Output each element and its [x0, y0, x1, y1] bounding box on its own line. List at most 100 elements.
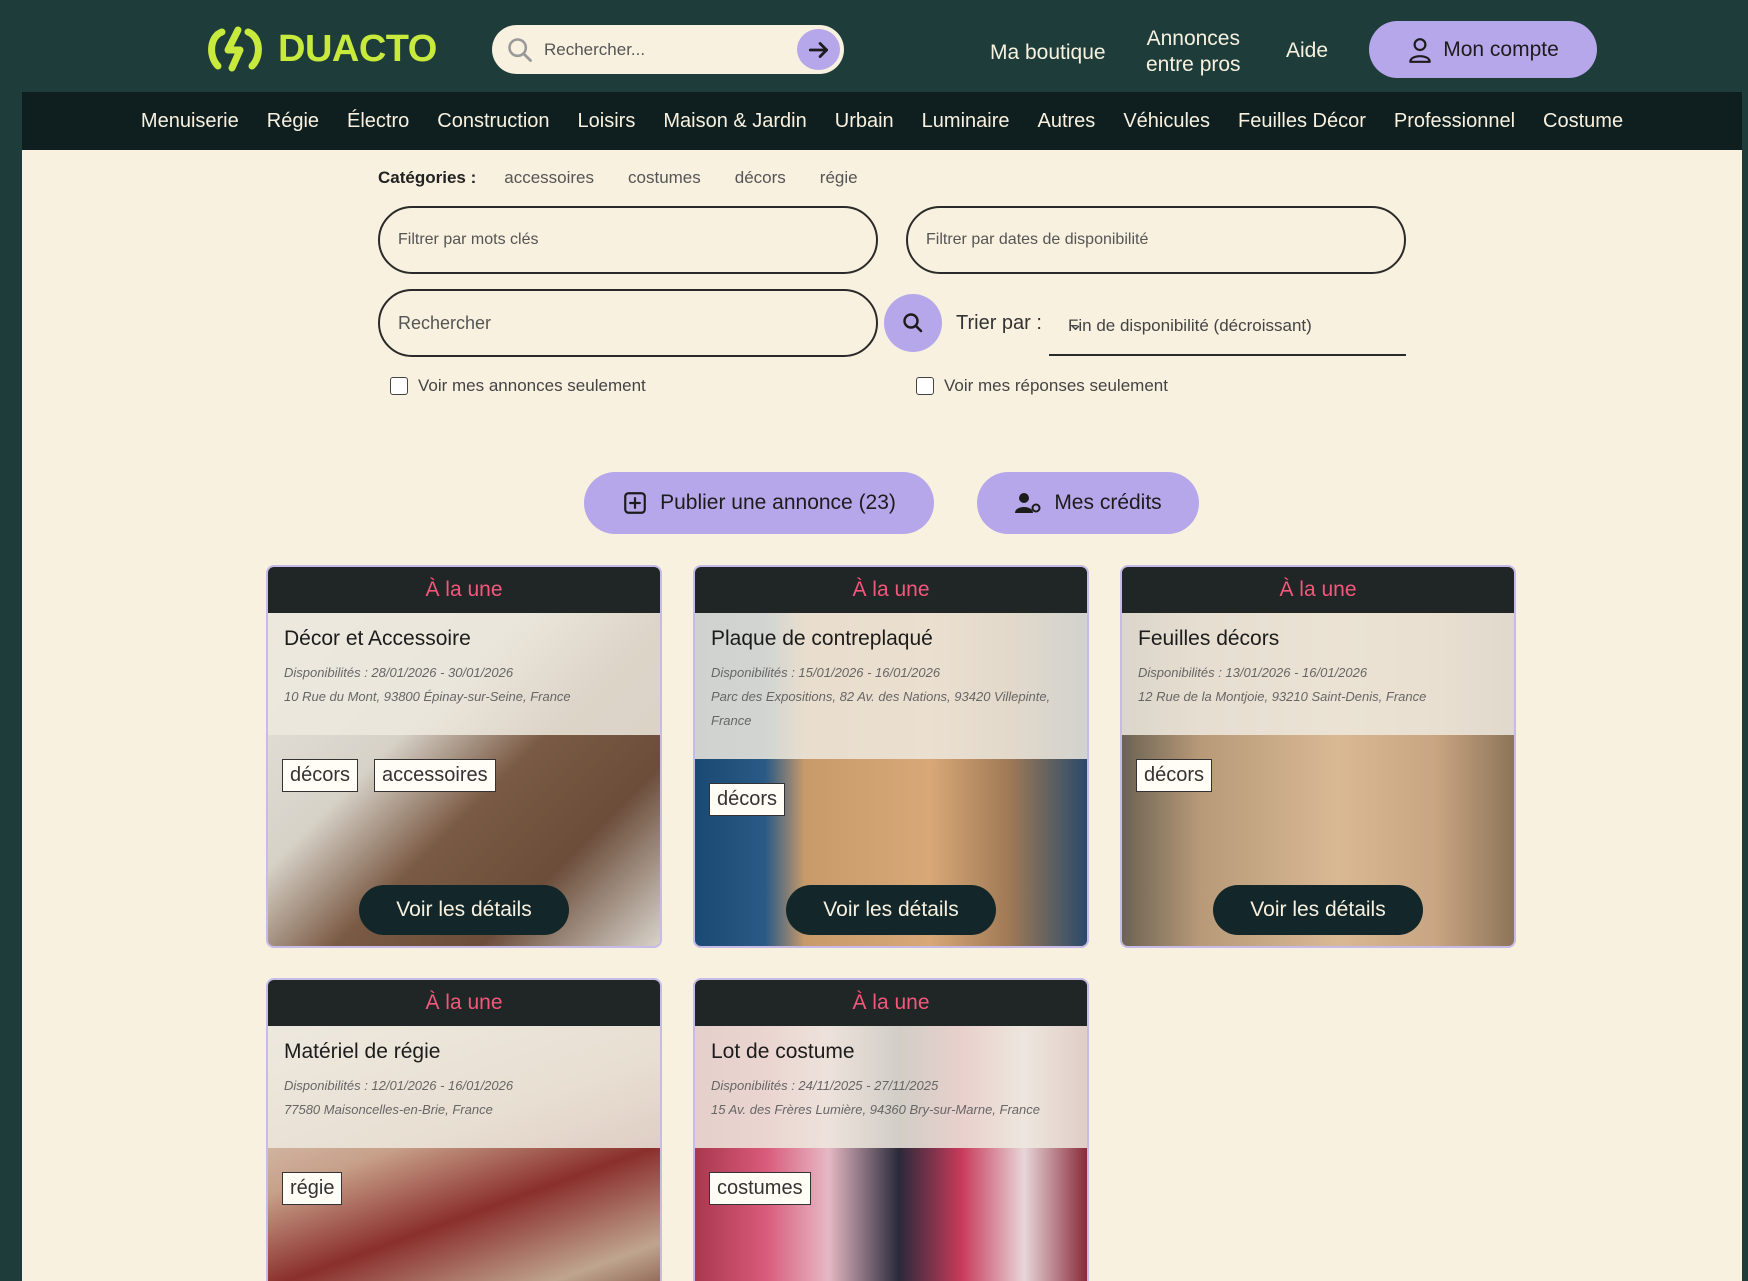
- listing-photo[interactable]: Lot de costume Disponibilités : 24/11/20…: [695, 1026, 1087, 1281]
- listing-photo[interactable]: Décor et Accessoire Disponibilités : 28/…: [268, 613, 660, 946]
- listing-card[interactable]: À la une Lot de costume Disponibilités :…: [693, 978, 1089, 1281]
- listing-tags: régie: [282, 1172, 343, 1205]
- category-link[interactable]: Électro: [347, 110, 409, 133]
- brand-name: DUACTO: [278, 27, 437, 70]
- keywords-filter-input[interactable]: [378, 206, 878, 274]
- listing-info: Plaque de contreplaqué Disponibilités : …: [695, 613, 1087, 759]
- category-chip[interactable]: régie: [820, 168, 858, 188]
- listing-photo[interactable]: Plaque de contreplaqué Disponibilités : …: [695, 613, 1087, 946]
- view-details-button[interactable]: Voir les détails: [786, 885, 996, 935]
- featured-badge: À la une: [268, 567, 660, 613]
- listing-dates: Disponibilités : 12/01/2026 - 16/01/2026: [284, 1078, 514, 1093]
- listing-dates: Disponibilités : 28/01/2026 - 30/01/2026: [284, 665, 514, 680]
- top-header: DUACTO Ma boutique Annonces entre pros A…: [22, 0, 1742, 92]
- listing-address: 12 Rue de la Montjoie, 93210 Saint-Denis…: [1138, 689, 1427, 704]
- listing-tags: costumes: [709, 1172, 811, 1205]
- categories-label: Catégories :: [378, 168, 477, 187]
- listing-card[interactable]: À la une Feuilles décors Disponibilités …: [1120, 565, 1516, 948]
- sort-select[interactable]: Fin de disponibilité (décroissant) ⌄: [1049, 300, 1406, 356]
- listing-dates: Disponibilités : 24/11/2025 - 27/11/2025: [711, 1078, 939, 1093]
- listing-tag: décors: [282, 759, 359, 792]
- only-my-responses-label: Voir mes réponses seulement: [944, 376, 1168, 395]
- page-frame: DUACTO Ma boutique Annonces entre pros A…: [22, 0, 1742, 1281]
- listing-title: Matériel de régie: [284, 1040, 441, 1063]
- category-link[interactable]: Construction: [437, 110, 549, 133]
- date-filter-input[interactable]: [906, 206, 1406, 274]
- publish-listing-button[interactable]: Publier une annonce (23): [584, 472, 934, 534]
- only-my-listings-label: Voir mes annonces seulement: [418, 376, 646, 395]
- header-search-submit-button[interactable]: [797, 29, 840, 70]
- category-link[interactable]: Luminaire: [922, 110, 1010, 133]
- nav-pro-listings-line2: entre pros: [1146, 53, 1241, 76]
- category-link[interactable]: Loisirs: [578, 110, 636, 133]
- plus-square-icon: [624, 492, 646, 514]
- nav-my-shop[interactable]: Ma boutique: [990, 40, 1106, 66]
- category-link[interactable]: Autres: [1038, 110, 1096, 133]
- chevron-down-icon: ⌄: [1068, 314, 1084, 334]
- category-link[interactable]: Feuilles Décor: [1238, 110, 1366, 133]
- featured-badge: À la une: [695, 567, 1087, 613]
- checkbox-box[interactable]: [916, 377, 934, 395]
- listing-address: 15 Av. des Frères Lumière, 94360 Bry-sur…: [711, 1102, 1040, 1117]
- listing-address: 77580 Maisoncelles-en-Brie, France: [284, 1102, 493, 1117]
- listing-title: Feuilles décors: [1138, 627, 1280, 650]
- listing-photo[interactable]: Matériel de régie Disponibilités : 12/01…: [268, 1026, 660, 1281]
- listing-info: Décor et Accessoire Disponibilités : 28/…: [268, 613, 660, 735]
- duacto-logo[interactable]: DUACTO: [202, 24, 437, 74]
- listing-tag: décors: [1136, 759, 1213, 792]
- sort-label: Trier par :: [956, 312, 1042, 334]
- category-chip[interactable]: décors: [735, 168, 786, 188]
- listing-tag: décors: [709, 783, 786, 816]
- listing-dates: Disponibilités : 15/01/2026 - 16/01/2026: [711, 665, 941, 680]
- view-details-button[interactable]: Voir les détails: [1213, 885, 1423, 935]
- listing-tags: décors: [1136, 759, 1213, 792]
- listing-search-input[interactable]: [378, 289, 878, 357]
- category-link[interactable]: Costume: [1543, 110, 1623, 133]
- only-my-responses-checkbox[interactable]: Voir mes réponses seulement: [916, 376, 1168, 396]
- arrow-right-icon: [808, 41, 828, 58]
- header-search-input[interactable]: [542, 35, 786, 65]
- listing-info: Matériel de régie Disponibilités : 12/01…: [268, 1026, 660, 1148]
- category-chip[interactable]: costumes: [628, 168, 701, 188]
- listing-photo[interactable]: Feuilles décors Disponibilités : 13/01/2…: [1122, 613, 1514, 946]
- featured-badge: À la une: [268, 980, 660, 1026]
- nav-help[interactable]: Aide: [1286, 38, 1328, 64]
- checkbox-box[interactable]: [390, 377, 408, 395]
- my-account-button[interactable]: Mon compte: [1369, 21, 1597, 78]
- my-account-label: Mon compte: [1443, 37, 1559, 61]
- listing-dates: Disponibilités : 13/01/2026 - 16/01/2026: [1138, 665, 1368, 680]
- listing-tag: accessoires: [374, 759, 496, 792]
- user-icon: [1409, 37, 1431, 63]
- listing-tags: décors: [709, 783, 786, 816]
- listing-info: Lot de costume Disponibilités : 24/11/20…: [695, 1026, 1087, 1148]
- category-filter-row: Catégories : accessoires costumes décors…: [378, 168, 858, 188]
- listing-card[interactable]: À la une Matériel de régie Disponibilité…: [266, 978, 662, 1281]
- nav-pro-listings[interactable]: Annonces entre pros: [1146, 26, 1241, 78]
- category-link[interactable]: Maison & Jardin: [663, 110, 806, 133]
- publish-listing-label: Publier une annonce (23): [660, 491, 896, 514]
- featured-badge: À la une: [695, 980, 1087, 1026]
- listing-search-button[interactable]: [884, 294, 942, 352]
- listing-title: Lot de costume: [711, 1040, 855, 1063]
- nav-pro-listings-line1: Annonces: [1146, 27, 1240, 50]
- only-my-listings-checkbox[interactable]: Voir mes annonces seulement: [390, 376, 646, 396]
- listing-card[interactable]: À la une Plaque de contreplaqué Disponib…: [693, 565, 1089, 948]
- listing-card[interactable]: À la une Décor et Accessoire Disponibili…: [266, 565, 662, 948]
- category-link[interactable]: Menuiserie: [141, 110, 239, 133]
- category-link[interactable]: Professionnel: [1394, 110, 1515, 133]
- category-link[interactable]: Régie: [267, 110, 319, 133]
- listing-tag: costumes: [709, 1172, 811, 1205]
- category-link[interactable]: Véhicules: [1123, 110, 1210, 133]
- listing-address: 10 Rue du Mont, 93800 Épinay-sur-Seine, …: [284, 689, 571, 704]
- duacto-logo-icon: [208, 26, 262, 72]
- category-chip[interactable]: accessoires: [504, 168, 594, 188]
- listing-tags: décors accessoires: [282, 759, 496, 792]
- category-link[interactable]: Urbain: [835, 110, 894, 133]
- view-details-button[interactable]: Voir les détails: [359, 885, 569, 935]
- featured-badge: À la une: [1122, 567, 1514, 613]
- my-credits-button[interactable]: Mes crédits: [977, 472, 1199, 534]
- my-credits-label: Mes crédits: [1054, 491, 1162, 514]
- header-search-bar: [492, 25, 844, 74]
- category-nav-bar: Menuiserie Régie Électro Construction Lo…: [22, 92, 1742, 150]
- listing-info: Feuilles décors Disponibilités : 13/01/2…: [1122, 613, 1514, 735]
